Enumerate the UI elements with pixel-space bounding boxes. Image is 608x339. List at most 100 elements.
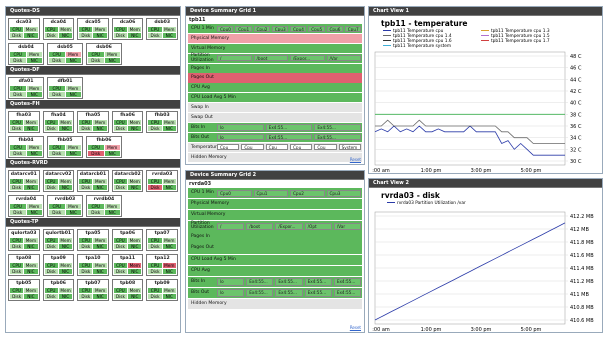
host-tile[interactable]: datarcb02 CPU Mem Disk NIC (111, 170, 144, 192)
metric-disk-cell[interactable]: Disk (148, 294, 162, 299)
metric-nic-cell[interactable]: NIC (26, 92, 42, 97)
grid-cell[interactable]: Cpu1 (235, 25, 252, 32)
grid-cell[interactable]: Cpu (265, 144, 288, 151)
metric-disk-cell[interactable]: Disk (113, 126, 128, 131)
metric-disk-cell[interactable]: Disk (10, 294, 24, 299)
metric-cpu-cell[interactable]: CPU (79, 238, 93, 243)
metric-mem-cell[interactable]: Mem (58, 263, 73, 268)
metric-disk-cell[interactable]: Disk (44, 269, 58, 274)
host-tile[interactable]: tpb06 CPU Mem Disk NIC (42, 279, 75, 301)
metric-cpu-cell[interactable]: CPU (10, 52, 26, 57)
metric-nic-cell[interactable]: NIC (93, 244, 107, 249)
metric-nic-cell[interactable]: NIC (65, 210, 81, 215)
host-tile[interactable]: tpa11 CPU Mem Disk NIC (111, 254, 144, 276)
metric-cpu-cell[interactable]: CPU (79, 120, 93, 125)
grid-row[interactable]: Partition Utilization //boot/Expor.../Var (188, 53, 362, 63)
host-tile[interactable]: tpa12 CPU Mem Disk NIC (146, 254, 178, 276)
metric-disk-cell[interactable]: Disk (88, 210, 104, 215)
host-tile[interactable]: qulortb01 CPU Mem Disk NIC (42, 229, 75, 251)
metric-mem-cell[interactable]: Mem (26, 52, 42, 57)
metric-disk-cell[interactable]: Disk (148, 126, 162, 131)
metric-disk-cell[interactable]: Disk (10, 244, 24, 249)
grid-cell[interactable]: Ex4:55... (246, 289, 274, 297)
host-tile[interactable]: fha03 CPU Mem Disk NIC (8, 111, 40, 133)
grid-row[interactable]: Hidden Memory (188, 152, 362, 162)
metric-mem-cell[interactable]: Mem (58, 288, 73, 293)
metric-disk-cell[interactable]: Disk (49, 92, 65, 97)
host-tile[interactable]: rvrdb03 CPU Mem Disk NIC (47, 195, 83, 217)
host-tile[interactable]: dsb03 CPU Mem Disk NIC (146, 18, 178, 40)
metric-mem-cell[interactable]: Mem (128, 263, 142, 268)
metric-mem-cell[interactable]: Mem (162, 120, 176, 125)
host-tile[interactable]: dfa01 CPU Mem Disk NIC (8, 77, 44, 99)
metric-cpu-cell[interactable]: CPU (44, 27, 58, 32)
grid-cell[interactable]: Ex4:55... (304, 278, 332, 286)
host-tile[interactable]: fhb04 CPU Mem Disk NIC (8, 136, 44, 158)
grid-cell[interactable]: /Expor... (275, 222, 303, 231)
metric-nic-cell[interactable]: NIC (26, 151, 42, 156)
metric-mem-cell[interactable]: Mem (162, 179, 176, 184)
metric-mem-cell[interactable]: Mem (58, 238, 73, 243)
host-tile[interactable]: tpa07 CPU Mem Disk NIC (146, 229, 178, 251)
metric-disk-cell[interactable]: Disk (44, 126, 58, 131)
grid-row[interactable]: CPU 1 Min Cpu0 Cpu1 Cpu2 Cpu3 (188, 188, 362, 199)
metric-mem-cell[interactable]: Mem (104, 52, 120, 57)
metric-nic-cell[interactable]: NIC (26, 210, 42, 215)
grid-cell[interactable]: lo (217, 278, 245, 286)
metric-cpu-cell[interactable]: CPU (79, 179, 93, 184)
grid-cell[interactable]: / (217, 222, 245, 231)
metric-nic-cell[interactable]: NIC (24, 185, 38, 190)
metric-mem-cell[interactable]: Mem (162, 288, 176, 293)
metric-cpu-cell[interactable]: CPU (113, 263, 128, 268)
metric-disk-cell[interactable]: Disk (10, 58, 26, 63)
metric-cpu-cell[interactable]: CPU (44, 179, 58, 184)
host-tile[interactable]: dsb06 CPU Mem Disk NIC (86, 43, 122, 65)
metric-disk-cell[interactable]: Disk (49, 58, 65, 63)
grid-cell[interactable]: Cpu3 (326, 189, 361, 197)
grid-cell[interactable]: Cpu (314, 144, 337, 151)
metric-mem-cell[interactable]: Mem (26, 86, 42, 91)
metric-cpu-cell[interactable]: CPU (148, 263, 162, 268)
host-tile[interactable]: dsb04 CPU Mem Disk NIC (8, 43, 44, 65)
metric-mem-cell[interactable]: Mem (93, 179, 107, 184)
host-tile[interactable]: fhb06 CPU Mem Disk NIC (86, 136, 122, 158)
metric-mem-cell[interactable]: Mem (128, 288, 142, 293)
grid-cell[interactable]: /Opt (304, 222, 332, 231)
metric-nic-cell[interactable]: NIC (65, 58, 81, 63)
metric-mem-cell[interactable]: Mem (162, 263, 176, 268)
metric-cpu-cell[interactable]: CPU (113, 179, 128, 184)
metric-cpu-cell[interactable]: CPU (113, 238, 128, 243)
metric-cpu-cell[interactable]: CPU (49, 86, 65, 91)
host-tile[interactable]: tpa05 CPU Mem Disk NIC (77, 229, 109, 251)
metric-nic-cell[interactable]: NIC (128, 294, 142, 299)
grid-row[interactable]: CPU Load Avg 5 Min (188, 254, 362, 265)
grid-row[interactable]: Pages In (188, 63, 362, 73)
metric-mem-cell[interactable]: Mem (26, 204, 42, 209)
grid-cell[interactable]: Cpu4 (290, 25, 307, 32)
host-tile[interactable]: fhb03 CPU Mem Disk NIC (146, 111, 178, 133)
metric-disk-cell[interactable]: Disk (10, 33, 24, 38)
metric-nic-cell[interactable]: NIC (93, 185, 107, 190)
metric-cpu-cell[interactable]: CPU (113, 27, 128, 32)
metric-cpu-cell[interactable]: CPU (49, 204, 65, 209)
metric-cpu-cell[interactable]: CPU (10, 238, 24, 243)
grid-cell[interactable]: Cpu (289, 144, 313, 151)
metric-mem-cell[interactable]: Mem (128, 179, 142, 184)
metric-mem-cell[interactable]: Mem (65, 52, 81, 57)
metric-cpu-cell[interactable]: CPU (148, 238, 162, 243)
metric-disk-cell[interactable]: Disk (44, 244, 58, 249)
host-tile[interactable]: datarcv02 CPU Mem Disk NIC (42, 170, 75, 192)
metric-mem-cell[interactable]: Mem (58, 27, 73, 32)
metric-mem-cell[interactable]: Mem (65, 204, 81, 209)
metric-disk-cell[interactable]: Disk (10, 210, 26, 215)
metric-cpu-cell[interactable]: CPU (10, 263, 24, 268)
host-tile[interactable]: tpb07 CPU Mem Disk NIC (77, 279, 109, 301)
grid-row[interactable]: Swap In (188, 103, 362, 113)
metric-disk-cell[interactable]: Disk (79, 185, 93, 190)
metric-nic-cell[interactable]: NIC (104, 151, 120, 156)
grid-row[interactable]: CPU Avg (188, 83, 362, 93)
metric-disk-cell[interactable]: Disk (10, 151, 26, 156)
metric-mem-cell[interactable]: Mem (58, 120, 73, 125)
metric-nic-cell[interactable]: NIC (58, 185, 73, 190)
metric-mem-cell[interactable]: Mem (104, 145, 120, 150)
